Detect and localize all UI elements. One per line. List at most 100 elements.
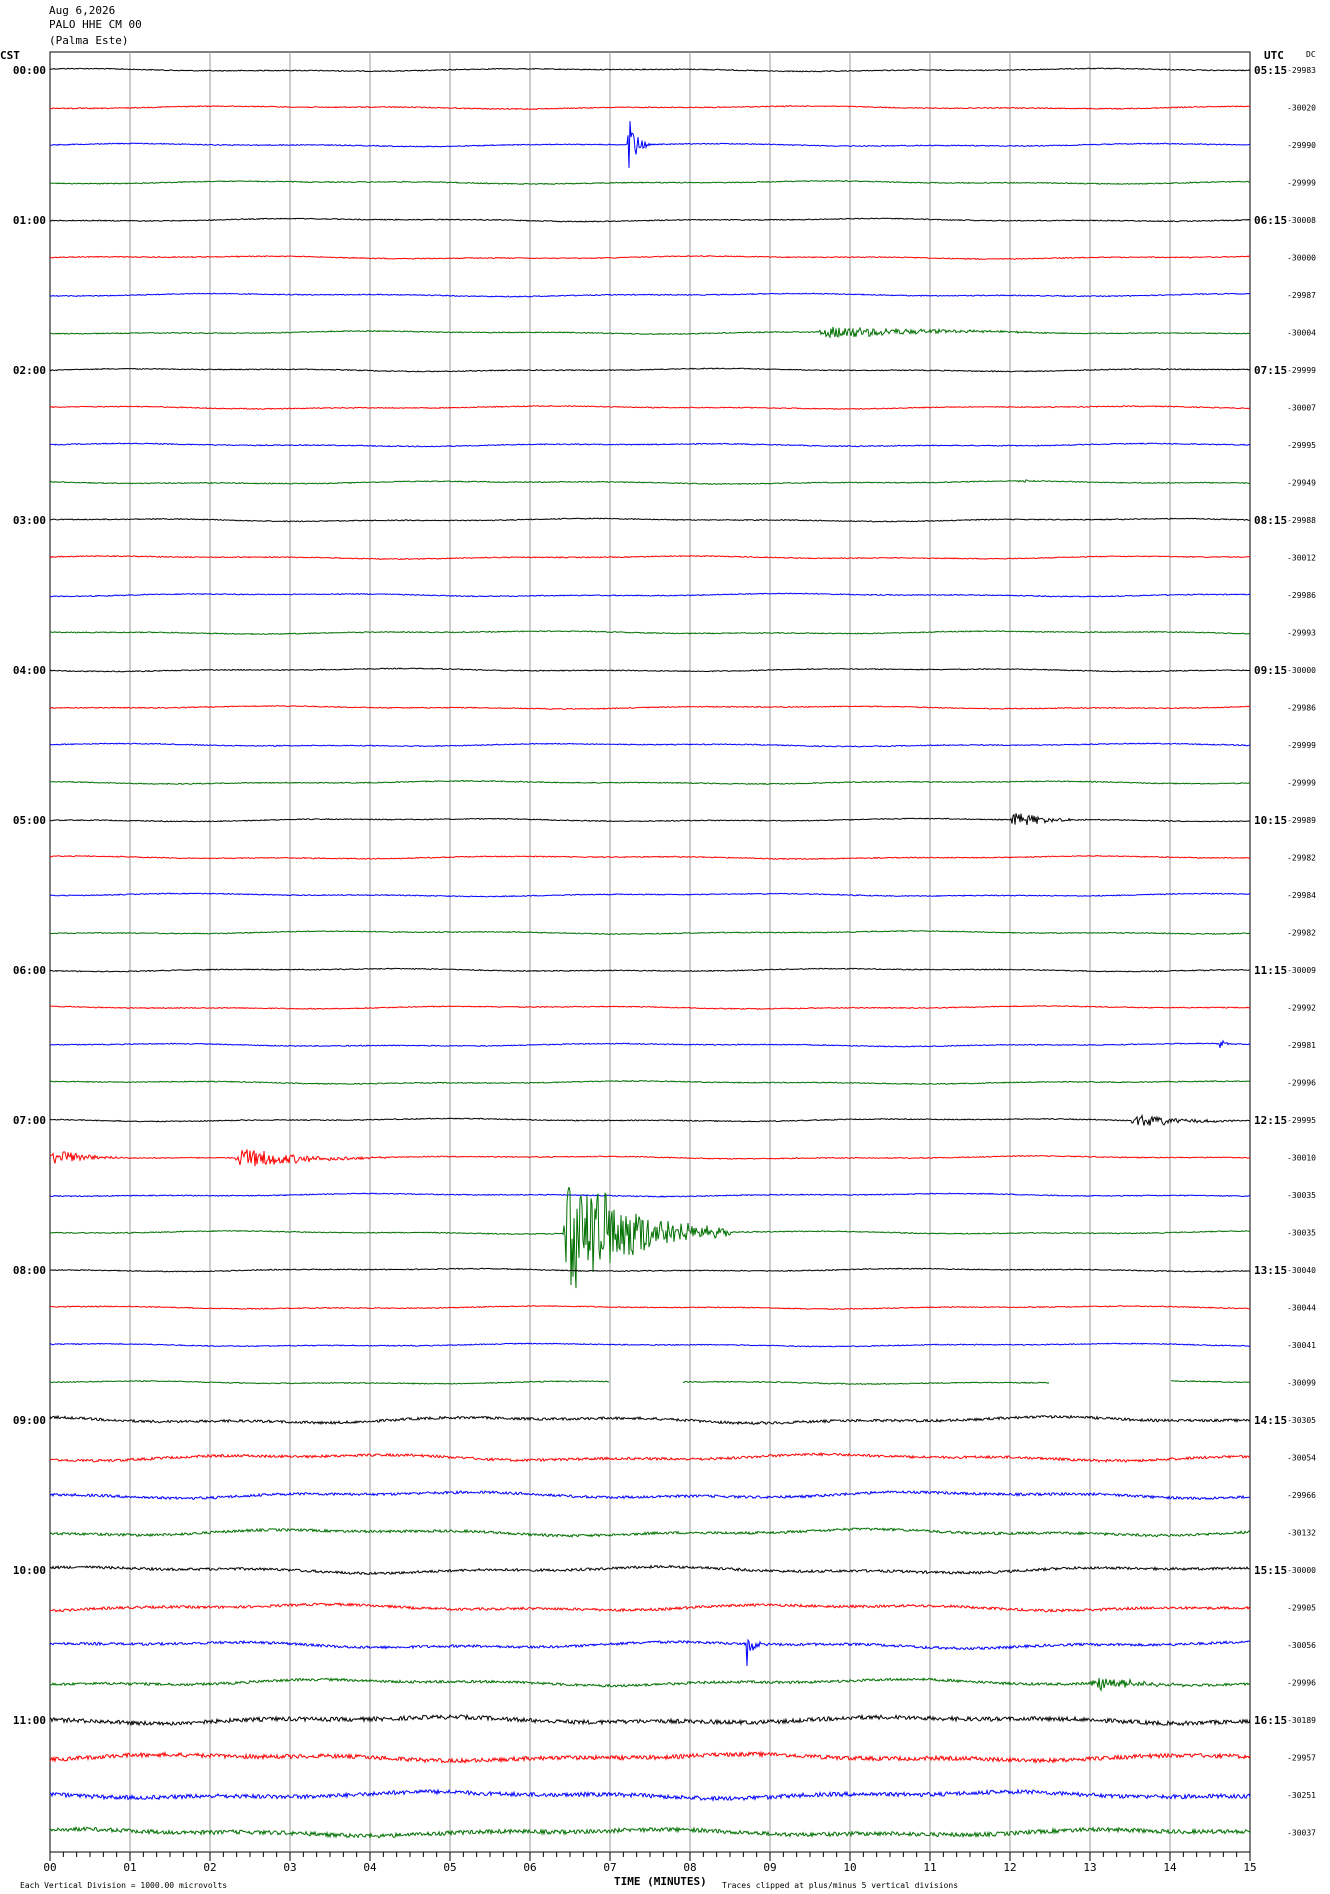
utc-hour-label: 06:15 (1254, 214, 1287, 227)
x-tick-label: 11 (923, 1861, 936, 1874)
dc-offset-label: -29981 (1287, 1041, 1316, 1050)
utc-hour-label: 16:15 (1254, 1714, 1287, 1727)
utc-hour-label: 12:15 (1254, 1114, 1287, 1127)
dc-offset-label: -29995 (1287, 441, 1316, 450)
x-tick-label: 14 (1163, 1861, 1177, 1874)
trace-row (49, 67, 1251, 73)
dc-offset-label: -30010 (1287, 1154, 1316, 1163)
trace-row (49, 1186, 1250, 1289)
dc-offset-label: -30040 (1287, 1266, 1316, 1275)
trace-row (49, 854, 1251, 860)
trace-row (49, 1380, 1251, 1385)
trace-row (49, 1005, 1251, 1010)
x-tick-label: 07 (603, 1861, 616, 1874)
dc-offset-label: -29966 (1287, 1491, 1316, 1500)
trace-row (49, 1267, 1251, 1273)
dc-offset-label: -29996 (1287, 1079, 1316, 1088)
trace-row (49, 1149, 1251, 1167)
dc-offset-label: -29986 (1287, 704, 1316, 713)
cst-hour-label: 06:00 (13, 964, 46, 977)
x-axis-title: TIME (MINUTES) (614, 1875, 707, 1888)
dc-offset-label: -30054 (1287, 1454, 1316, 1463)
trace-row (49, 1564, 1251, 1576)
trace-row (49, 813, 1251, 826)
trace-row (49, 592, 1251, 598)
trace-row (49, 1342, 1251, 1348)
trace-row (49, 105, 1251, 111)
utc-hour-label: 10:15 (1254, 814, 1287, 827)
trace-row (49, 292, 1251, 298)
clip-note: Traces clipped at plus/minus 5 vertical … (722, 1881, 959, 1890)
trace-row (49, 1638, 1251, 1667)
cst-hour-label: 09:00 (13, 1414, 46, 1427)
x-tick-label: 04 (363, 1861, 377, 1874)
cst-hour-label: 04:00 (13, 664, 46, 677)
dc-offset-label: -30012 (1287, 554, 1316, 563)
trace-row (49, 179, 1251, 186)
trace-row (49, 217, 1251, 223)
dc-offset-label: -30189 (1287, 1716, 1316, 1725)
dc-offset-label: -30000 (1287, 254, 1316, 263)
dc-offset-label: -30004 (1287, 329, 1316, 338)
trace-row (49, 1750, 1251, 1765)
trace-row (49, 442, 1251, 448)
trace-row (49, 742, 1251, 748)
trace-row (49, 892, 1251, 898)
cst-hour-label: 00:00 (13, 64, 46, 77)
dc-offset-label: -30037 (1287, 1829, 1316, 1838)
x-tick-label: 15 (1243, 1861, 1256, 1874)
dc-offset-label: -29999 (1287, 741, 1316, 750)
trace-row (49, 1490, 1250, 1501)
dc-offset-label: -29993 (1287, 629, 1316, 638)
x-tick-label: 01 (123, 1861, 136, 1874)
scale-note: Each Vertical Division = 1000.00 microvo… (20, 1881, 228, 1890)
utc-hour-label: 07:15 (1254, 364, 1287, 377)
trace-row (50, 630, 1251, 636)
dc-offset-label: -30305 (1287, 1416, 1316, 1425)
trace-row (49, 1079, 1251, 1086)
trace-row (49, 1113, 1251, 1126)
trace-row (49, 517, 1251, 523)
trace-row (50, 1305, 1250, 1311)
dc-offset-label: -29984 (1287, 891, 1316, 900)
trace-row (49, 1713, 1251, 1727)
cst-hour-label: 07:00 (13, 1114, 46, 1127)
utc-hour-label: 11:15 (1254, 964, 1287, 977)
dc-offset-label: -29988 (1287, 516, 1316, 525)
dc-offset-label: -29992 (1287, 1004, 1316, 1013)
trace-row (49, 326, 1251, 339)
dc-offset-label: -29949 (1287, 479, 1316, 488)
dc-offset-label: -29982 (1287, 854, 1316, 863)
dc-offset-label: -29999 (1287, 179, 1316, 188)
x-tick-label: 02 (203, 1861, 216, 1874)
cst-hour-label: 08:00 (13, 1264, 46, 1277)
x-tick-label: 08 (683, 1861, 696, 1874)
cst-hour-label: 02:00 (13, 364, 46, 377)
dc-offset-label: -30035 (1287, 1191, 1316, 1200)
trace-row (50, 1039, 1251, 1049)
cst-hour-label: 03:00 (13, 514, 46, 527)
dc-offset-label: -29905 (1287, 1604, 1316, 1613)
dc-offset-label: -29983 (1287, 66, 1316, 75)
trace-row (50, 1602, 1251, 1614)
dc-offset-label: -30007 (1287, 404, 1316, 413)
dc-offset-label: -29996 (1287, 1679, 1316, 1688)
cst-hour-label: 01:00 (13, 214, 46, 227)
dc-offset-label: -30056 (1287, 1641, 1316, 1650)
dc-offset-label: -29982 (1287, 929, 1316, 938)
dc-offset-label: -30009 (1287, 966, 1316, 975)
dc-offset-label: -30035 (1287, 1229, 1316, 1238)
trace-row (49, 1677, 1250, 1692)
dc-offset-label: -29986 (1287, 591, 1316, 600)
trace-row (49, 967, 1251, 973)
x-tick-label: 12 (1003, 1861, 1016, 1874)
dc-offset-label: -30132 (1287, 1529, 1316, 1538)
x-tick-label: 13 (1083, 1861, 1096, 1874)
x-tick-label: 05 (443, 1861, 456, 1874)
trace-row (49, 705, 1251, 710)
trace-row (49, 479, 1251, 486)
dc-offset-label: -29990 (1287, 141, 1316, 150)
dc-offset-label: -30020 (1287, 104, 1316, 113)
dc-offset-label: -29999 (1287, 779, 1316, 788)
trace-row (49, 255, 1251, 260)
